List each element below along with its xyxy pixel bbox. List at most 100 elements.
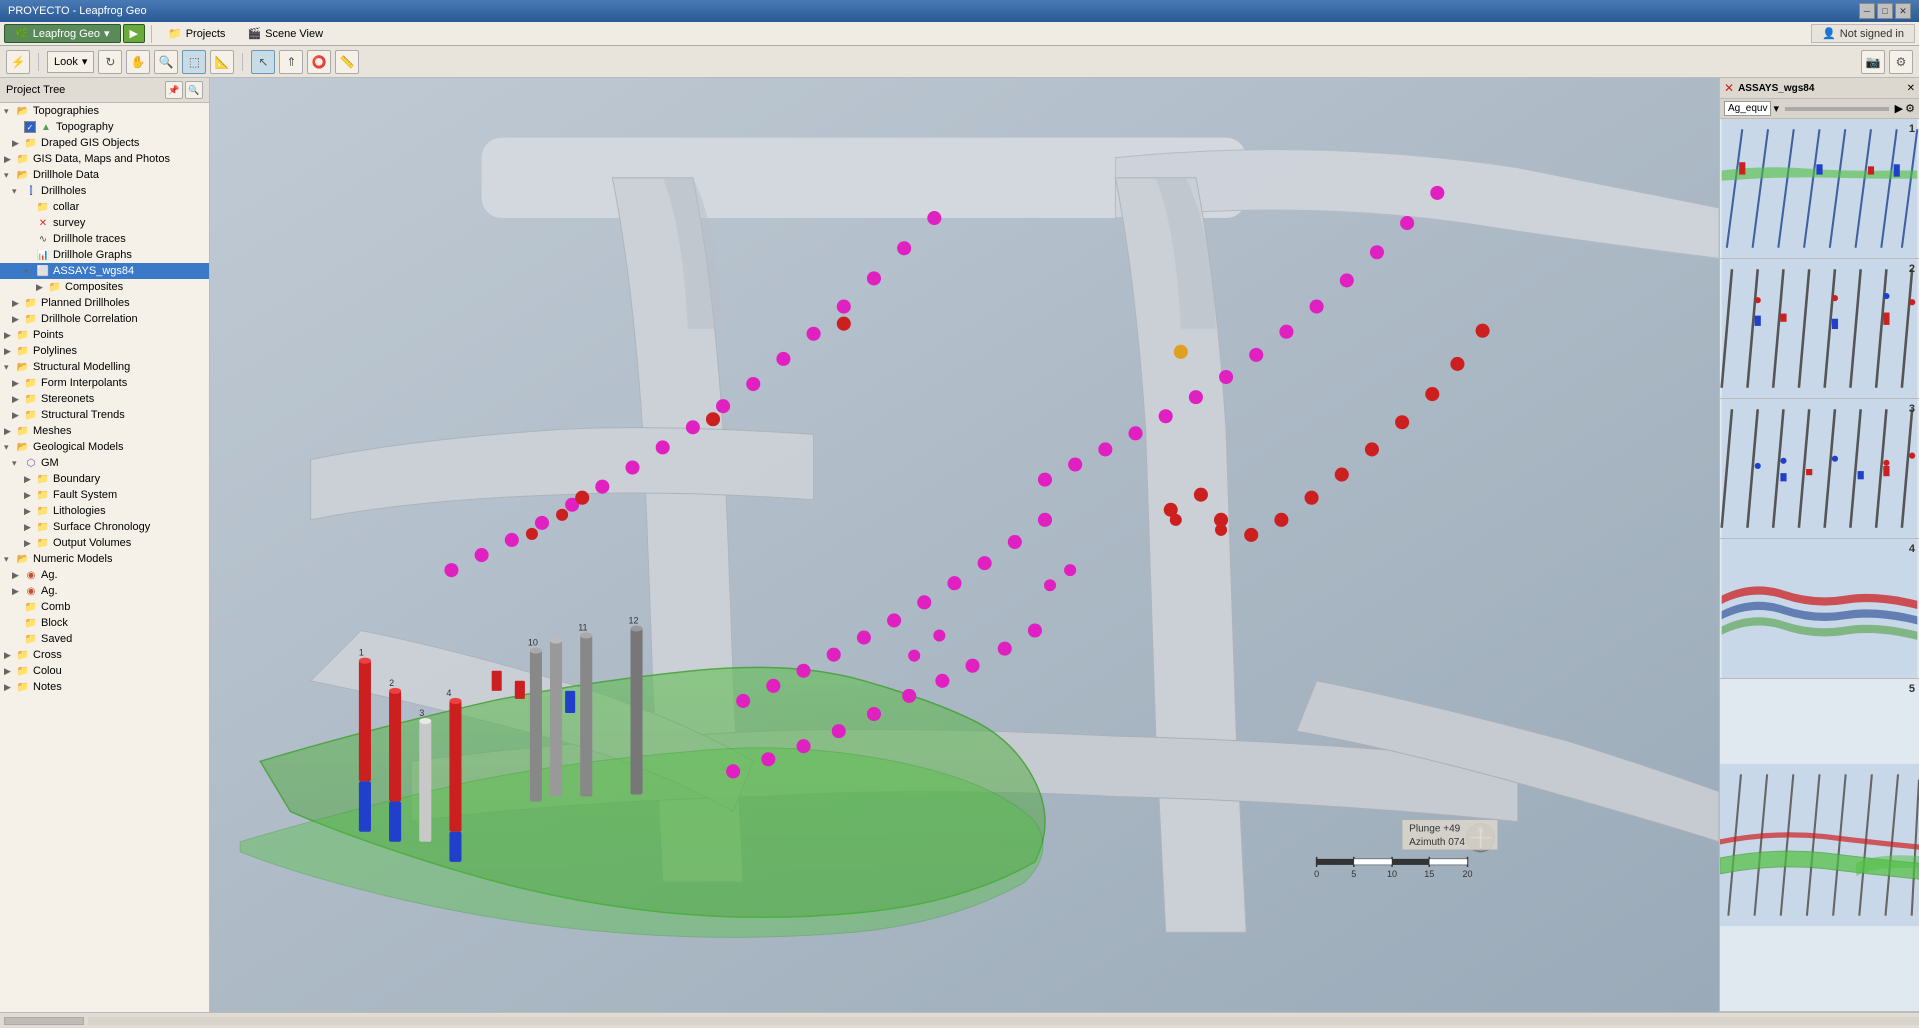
sign-in-button[interactable]: 👤 Not signed in — [1811, 24, 1915, 43]
sidebar-item-assays[interactable]: ▾ ⬜ ASSAYS_wgs84 — [0, 263, 209, 279]
scrollbar-track — [88, 1017, 1919, 1025]
assay-slider[interactable] — [1785, 107, 1889, 111]
sidebar-item-comb[interactable]: 📁 Comb — [0, 599, 209, 615]
panel-close-btn[interactable]: ✕ — [1907, 83, 1915, 94]
sidebar-item-draped-gis[interactable]: ▶ 📁 Draped GIS Objects — [0, 135, 209, 151]
sidebar-item-drillholes[interactable]: ▾ ⫿ Drillholes — [0, 183, 209, 199]
sidebar-item-topography[interactable]: ✓ ▲ Topography — [0, 119, 209, 135]
tb-zoom-btn[interactable]: 🔍 — [154, 50, 178, 74]
sidebar-item-planned[interactable]: ▶ 📁 Planned Drillholes — [0, 295, 209, 311]
tb-sep2 — [242, 53, 243, 71]
sidebar-item-survey[interactable]: ✕ survey — [0, 215, 209, 231]
folder-icon: 📁 — [24, 312, 38, 326]
minimize-button[interactable]: ─ — [1859, 3, 1875, 19]
vis-checkbox[interactable]: ✓ — [24, 121, 36, 133]
folder-icon: 📂 — [16, 104, 30, 118]
sidebar-item-colour[interactable]: ▶ 📁 Colou — [0, 663, 209, 679]
3d-viewport[interactable]: 1 2 3 4 10 — [210, 78, 1719, 1012]
sidebar-label-ag1: Ag. — [41, 569, 58, 581]
sidebar-item-gm[interactable]: ▾ ⬡ GM — [0, 455, 209, 471]
sidebar-label-ag2: Ag. — [41, 585, 58, 597]
sidebar-item-geological-models[interactable]: ▾ 📂 Geological Models — [0, 439, 209, 455]
scene-view-menu[interactable]: 🎬 Scene View — [237, 25, 333, 42]
tb-camera-btn[interactable]: 📷 — [1861, 50, 1885, 74]
sidebar-item-stereonets[interactable]: ▶ 📁 Stereonets — [0, 391, 209, 407]
maximize-button[interactable]: □ — [1877, 3, 1893, 19]
tb-select-btn[interactable]: ⬚ — [182, 50, 206, 74]
sidebar-item-dh-traces[interactable]: ∿ Drillhole traces — [0, 231, 209, 247]
sidebar-label-polylines: Polylines — [33, 345, 77, 357]
folder-icon: 📂 — [16, 440, 30, 454]
sidebar-label-colour: Colou — [33, 665, 62, 677]
tree-pin-btn[interactable]: 📌 — [165, 81, 183, 99]
numeric-icon: ◉ — [24, 568, 38, 582]
sidebar-item-output-volumes[interactable]: ▶ 📁 Output Volumes — [0, 535, 209, 551]
tb-lasso-btn[interactable]: ⭕ — [307, 50, 331, 74]
sidebar-item-polylines[interactable]: ▶ 📁 Polylines — [0, 343, 209, 359]
sidebar-item-points[interactable]: ▶ 📁 Points — [0, 327, 209, 343]
tb-arrow-btn[interactable]: ⇑ — [279, 50, 303, 74]
tree-search-btn[interactable]: 🔍 — [185, 81, 203, 99]
sidebar-item-form-interpolants[interactable]: ▶ 📁 Form Interpolants — [0, 375, 209, 391]
user-icon: 👤 — [1822, 27, 1836, 40]
close-x-icon[interactable]: ✕ — [1724, 81, 1734, 95]
right-panel: ✕ ASSAYS_wgs84 ✕ Ag_equv ▾ ▶ ⚙ 1 — [1719, 78, 1919, 1012]
sidebar-item-composites[interactable]: ▶ 📁 Composites — [0, 279, 209, 295]
sidebar-item-meshes[interactable]: ▶ 📁 Meshes — [0, 423, 209, 439]
toolbar-action-btn[interactable]: ⚡ — [6, 50, 30, 74]
sidebar-label-notes: Notes — [33, 681, 62, 693]
sidebar-item-lithologies[interactable]: ▶ 📁 Lithologies — [0, 503, 209, 519]
sidebar-item-topographies[interactable]: ▾ 📂 Topographies — [0, 103, 209, 119]
tb-cursor-btn[interactable]: ↖ — [251, 50, 275, 74]
sidebar-item-ag2[interactable]: ▶ ◉ Ag. — [0, 583, 209, 599]
tb-ruler-btn[interactable]: 📏 — [335, 50, 359, 74]
leapfrog-menu[interactable]: 🌿 Leapfrog Geo ▾ — [4, 24, 121, 43]
sidebar-item-dh-graphs[interactable]: 📊 Drillhole Graphs — [0, 247, 209, 263]
look-dropdown[interactable]: Look ▾ — [47, 51, 94, 73]
run-button[interactable]: ▶ — [123, 24, 145, 43]
folder-icon: 📁 — [24, 296, 38, 310]
section-num-1: 1 — [1909, 123, 1915, 135]
h-scrollbar[interactable] — [4, 1017, 84, 1025]
sidebar-item-boundary[interactable]: ▶ 📁 Boundary — [0, 471, 209, 487]
sidebar-item-cross[interactable]: ▶ 📁 Cross — [0, 647, 209, 663]
folder-icon: 📁 — [16, 344, 30, 358]
sidebar-label-drillholes: Drillholes — [41, 185, 86, 197]
section-num-3: 3 — [1909, 403, 1915, 415]
sidebar-item-collar[interactable]: 📁 collar — [0, 199, 209, 215]
sidebar-label-block: Block — [41, 617, 68, 629]
sidebar-label-litho: Lithologies — [53, 505, 106, 517]
sidebar-label-meshes: Meshes — [33, 425, 72, 437]
folder-icon: 📁 — [36, 488, 50, 502]
numeric-icon2: ◉ — [24, 584, 38, 598]
sidebar-item-structural-modelling[interactable]: ▾ 📂 Structural Modelling — [0, 359, 209, 375]
assay-settings-icon[interactable]: ⚙ — [1905, 102, 1915, 115]
sidebar-item-ag1[interactable]: ▶ ◉ Ag. — [0, 567, 209, 583]
sidebar-item-numeric-models[interactable]: ▾ 📂 Numeric Models — [0, 551, 209, 567]
sidebar-label-boundary: Boundary — [53, 473, 100, 485]
tb-pan-btn[interactable]: ✋ — [126, 50, 150, 74]
tb-settings-btn[interactable]: ⚙ — [1889, 50, 1913, 74]
folder-icon: 📁 — [24, 392, 38, 406]
sidebar-item-fault-system[interactable]: ▶ 📁 Fault System — [0, 487, 209, 503]
tb-rotate-btn[interactable]: ↻ — [98, 50, 122, 74]
sidebar-item-surface-chron[interactable]: ▶ 📁 Surface Chronology — [0, 519, 209, 535]
folder-icon: 📂 — [16, 360, 30, 374]
sidebar-item-saved[interactable]: 📁 Saved — [0, 631, 209, 647]
projects-menu[interactable]: 📁 Projects — [158, 25, 235, 42]
assay-play-btn[interactable]: ▶ — [1895, 102, 1903, 115]
folder-icon: 📁 — [36, 472, 50, 486]
sidebar-item-block[interactable]: 📁 Block — [0, 615, 209, 631]
close-button[interactable]: ✕ — [1895, 3, 1911, 19]
expand-arrow — [12, 122, 22, 132]
folder-icon: 📁 — [36, 504, 50, 518]
sidebar-item-gis-data[interactable]: ▶ 📁 GIS Data, Maps and Photos — [0, 151, 209, 167]
sidebar-item-dh-correlation[interactable]: ▶ 📁 Drillhole Correlation — [0, 311, 209, 327]
sidebar-label-cross: Cross — [33, 649, 62, 661]
sidebar-label-gm: GM — [41, 457, 59, 469]
sidebar-item-drillhole-data[interactable]: ▾ 📂 Drillhole Data — [0, 167, 209, 183]
sidebar-item-structural-trends[interactable]: ▶ 📁 Structural Trends — [0, 407, 209, 423]
tb-measure-btn[interactable]: 📐 — [210, 50, 234, 74]
sidebar-item-notes[interactable]: ▶ 📁 Notes — [0, 679, 209, 695]
sidebar-label-draped: Draped GIS Objects — [41, 137, 139, 149]
